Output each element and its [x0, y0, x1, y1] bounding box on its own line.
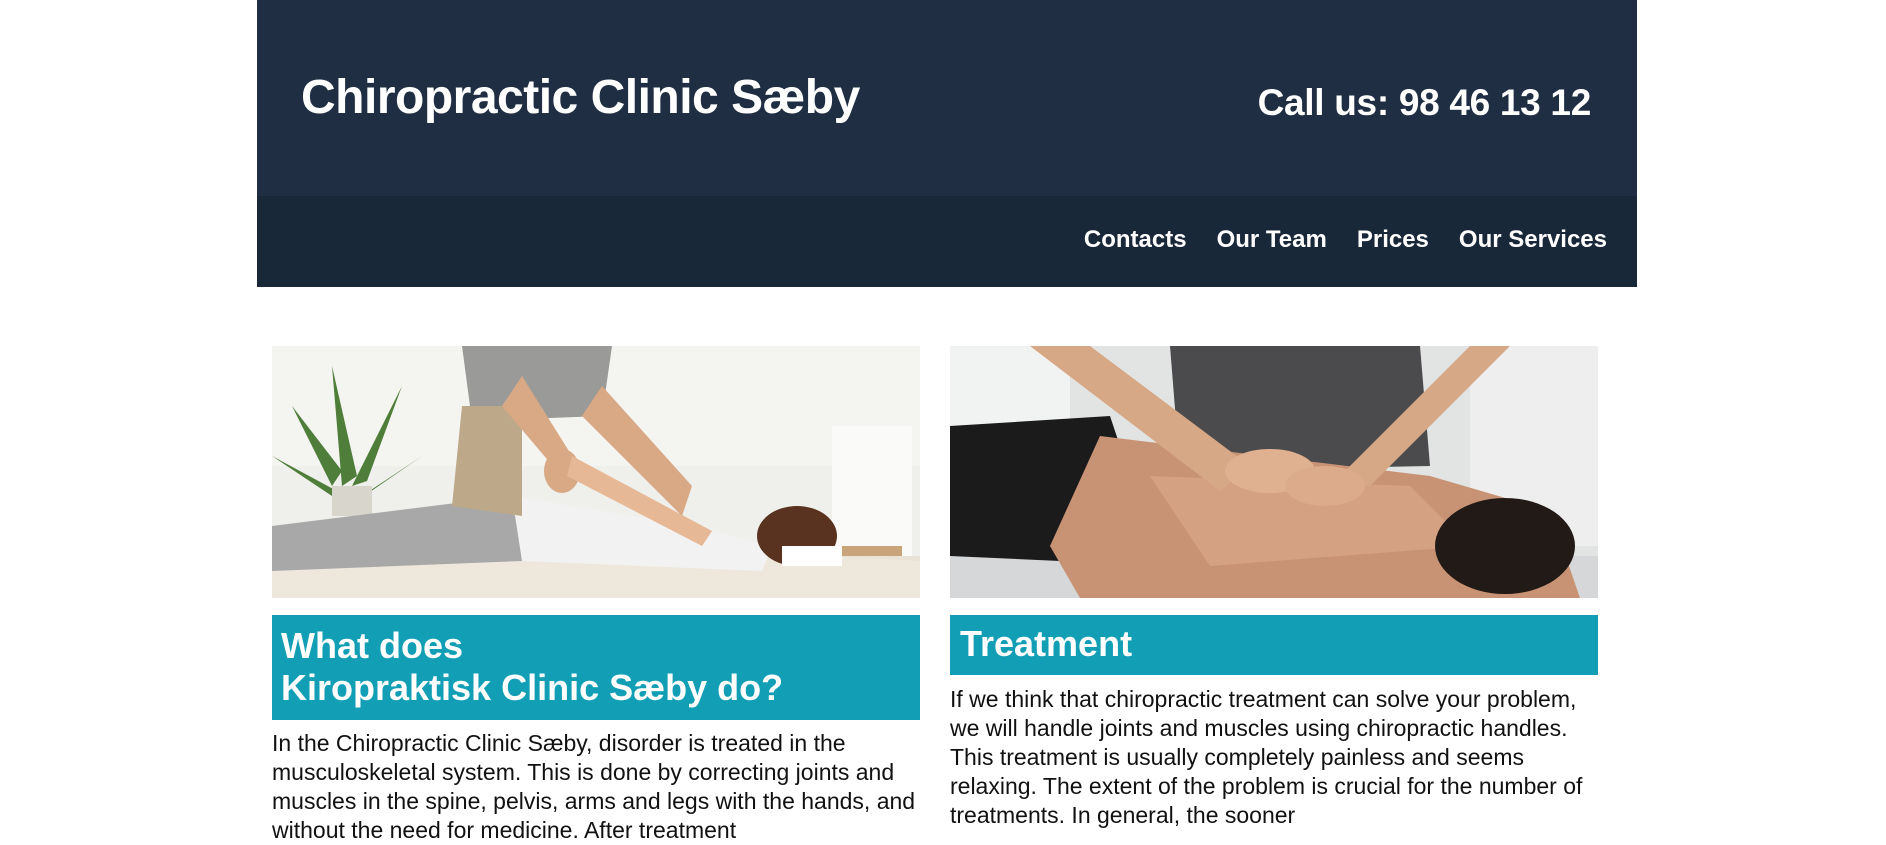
- treatment-text: If we think that chiropractic treatment …: [950, 686, 1583, 828]
- nav-item-contacts[interactable]: Contacts: [1084, 226, 1187, 254]
- what-we-do-heading-line1: What does: [281, 625, 464, 666]
- site-title[interactable]: Chiropractic Clinic Sæby: [301, 70, 860, 125]
- nav-item-our-team[interactable]: Our Team: [1217, 226, 1327, 254]
- nav-item-prices[interactable]: Prices: [1357, 226, 1429, 254]
- what-we-do-heading-line2: Kiropraktisk Clinic Sæby do?: [281, 667, 784, 708]
- site-header: Chiropractic Clinic Sæby Call us: 98 46 …: [257, 0, 1637, 287]
- what-we-do-text: In the Chiropractic Clinic Sæby, disorde…: [272, 730, 916, 843]
- header-banner: Chiropractic Clinic Sæby Call us: 98 46 …: [257, 0, 1637, 196]
- treatment-card: Treatment If we think that chiropractic …: [950, 346, 1598, 830]
- back-massage-photo: [950, 346, 1598, 598]
- treatment-heading: Treatment: [950, 615, 1598, 675]
- nav-item-our-services[interactable]: Our Services: [1459, 226, 1607, 254]
- what-we-do-heading: What does Kiropraktisk Clinic Sæby do?: [272, 615, 920, 720]
- what-we-do-card: What does Kiropraktisk Clinic Sæby do? I…: [272, 346, 920, 845]
- call-us-phone[interactable]: Call us: 98 46 13 12: [1258, 82, 1592, 124]
- main-nav: Contacts Our Team Prices Our Services: [257, 196, 1637, 287]
- chiropractor-treating-patient-photo: [272, 346, 920, 598]
